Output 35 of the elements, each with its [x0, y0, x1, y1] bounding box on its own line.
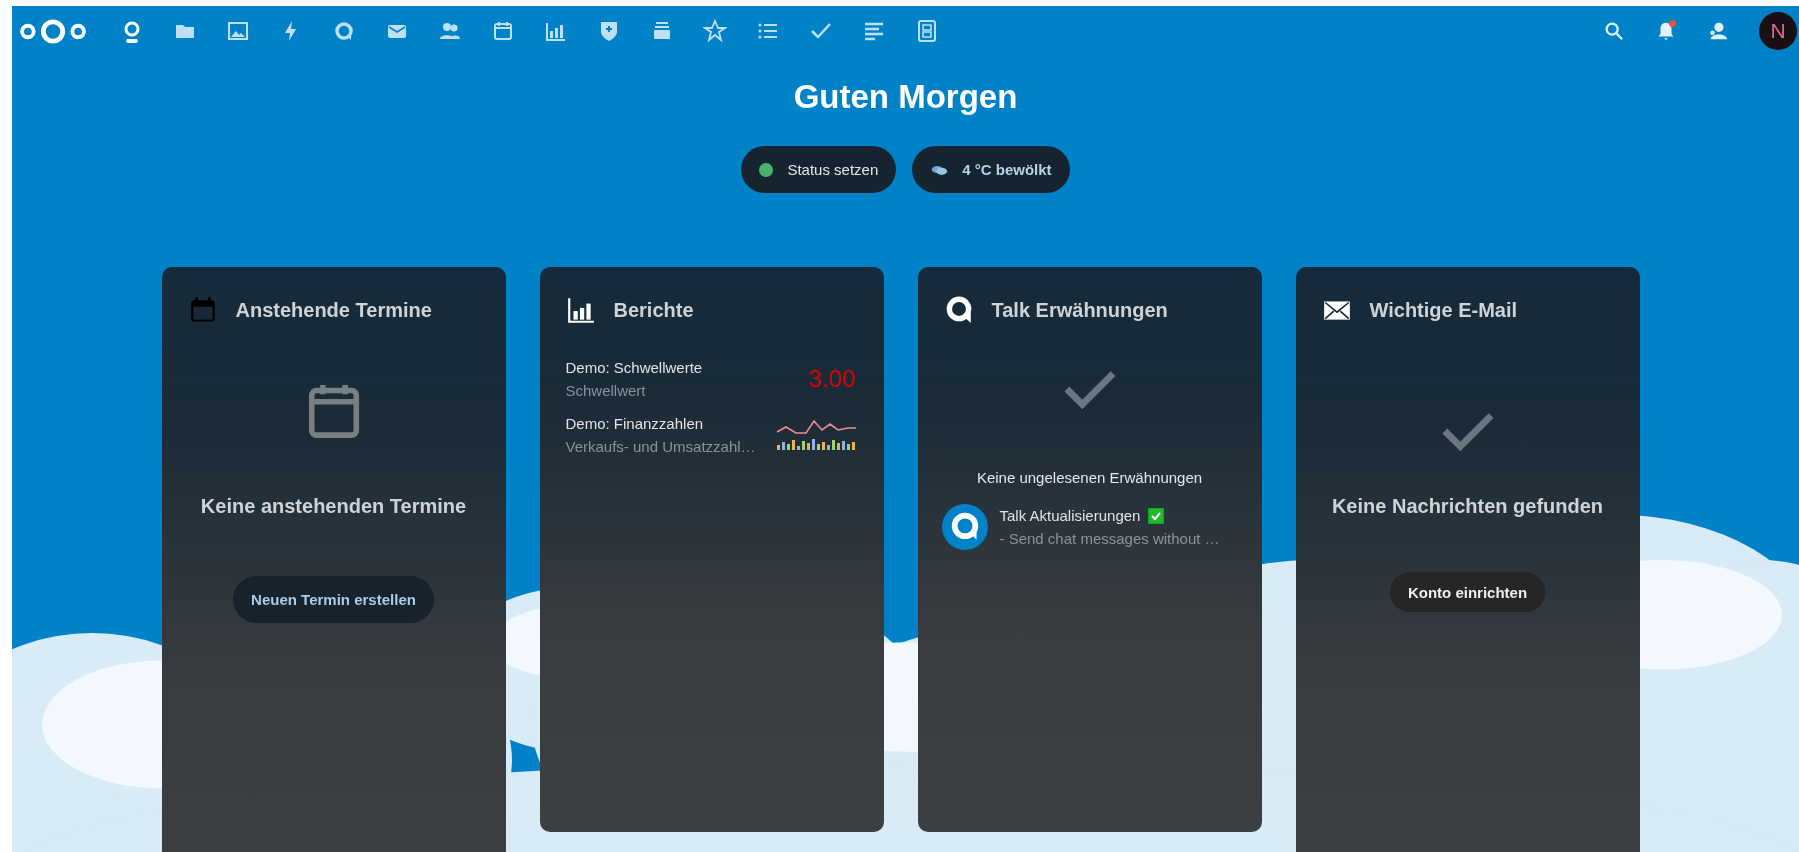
widget-title: Wichtige E-Mail [1369, 298, 1518, 322]
checkmark-icon [1062, 369, 1117, 409]
user-avatar[interactable]: N [1759, 12, 1797, 50]
cloud-icon [930, 163, 949, 176]
conversation-title: Talk Aktualisierungen [999, 507, 1141, 524]
forms-app-icon[interactable] [915, 19, 939, 43]
empty-state-message: Keine ungelesenen Erwähnungen [976, 469, 1203, 486]
talk-app-icon[interactable] [332, 19, 356, 43]
online-status-icon [759, 162, 774, 177]
status-button[interactable]: Status setzen [741, 146, 897, 193]
calendar-app-icon[interactable] [491, 19, 515, 43]
search-icon[interactable] [1603, 20, 1625, 42]
calendar-icon [307, 383, 360, 439]
bar-chart-icon [565, 295, 596, 325]
conversation-item[interactable]: Talk Aktualisierungen - Send chat messages without … [941, 504, 1236, 550]
widget-title: Talk Erwähnungen [991, 298, 1168, 322]
report-subtitle: Schwellwert [565, 382, 647, 399]
widget-title: Berichte [613, 298, 694, 322]
report-title[interactable]: Demo: Schwellwerte [565, 359, 703, 376]
greeting-heading: Guten Morgen [793, 78, 1018, 116]
widget-action-button[interactable]: Konto einrichten [1389, 572, 1546, 612]
weather-button[interactable]: 4 °C bewölkt [912, 146, 1070, 193]
contacts-icon[interactable] [1707, 20, 1729, 42]
empty-state-message: Keine Nachrichten gefunden [1331, 495, 1604, 518]
chat-bubble-avatar-icon [941, 504, 988, 550]
empty-state-message: Keine anstehenden Termine [200, 495, 467, 518]
widget-action-button[interactable]: Neuen Termin erstellen [233, 576, 434, 623]
threshold-value: 3.00 [808, 365, 856, 393]
report-title[interactable]: Demo: Finanzzahlen [565, 415, 756, 432]
photos-app-icon[interactable] [226, 19, 250, 43]
conversation-preview: - Send chat messages without … [999, 530, 1220, 547]
widget-title: Anstehende Termine [235, 298, 432, 322]
report-subtitle: Verkaufs- und Umsatzzahl… [565, 438, 756, 455]
checkmark-icon [1440, 411, 1495, 451]
logo-icon[interactable] [18, 16, 88, 46]
